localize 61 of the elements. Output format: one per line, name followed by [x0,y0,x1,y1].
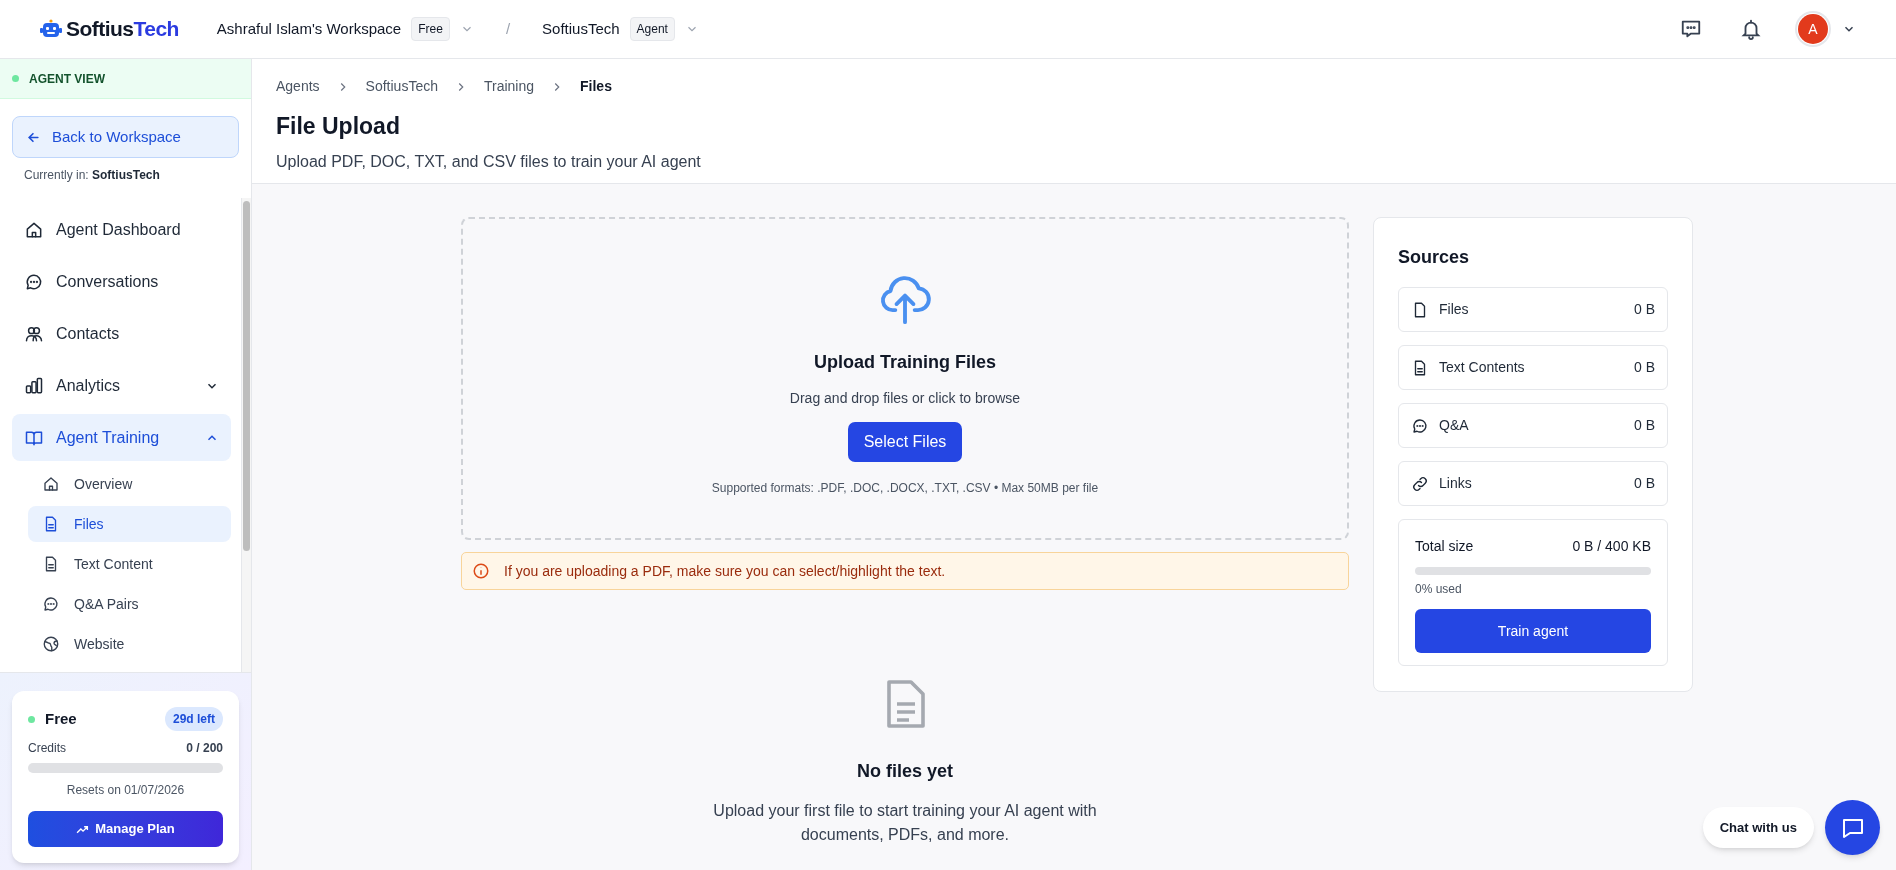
breadcrumb-link[interactable]: Agents [276,76,320,97]
reset-date-text: Resets on 01/07/2026 [65,782,186,799]
source-row[interactable]: Links 0 B [1398,461,1668,506]
notification-bell-icon[interactable] [1740,18,1762,40]
nav-item[interactable]: Conversations [12,258,231,305]
breadcrumb-link[interactable]: Training [483,76,535,97]
link-icon [1411,474,1429,493]
nav-item[interactable]: Contacts [12,310,231,357]
nav-subitem[interactable]: Files [28,506,231,542]
plan-name: Free [45,708,77,729]
upload-title: Upload Training Files [814,351,996,374]
home-icon [42,475,60,493]
brand-logo: SoftiusTech [66,16,179,43]
upload-dropzone[interactable]: Upload Training Files Drag and drop files or click to browse Select Files Supported formats: .PDF, .DOC, .DOCX, .TXT, .CSV • Max 50MB per file [461,217,1349,540]
credits-label: Credits [28,740,66,757]
manage-plan-button[interactable]: Manage Plan [28,811,223,847]
source-row[interactable]: Text Contents 0 B [1398,345,1668,390]
sources-title: Sources [1398,246,1471,269]
breadcrumb-separator: / [505,18,511,39]
days-left-badge: 29d left [165,707,223,731]
workspace-name[interactable]: Ashraful Islam's Workspace [216,17,402,41]
nav-subitem[interactable]: Text Content [28,546,231,582]
arrow-left-icon [27,130,40,144]
usage-percent-text: 0% used [1415,581,1463,598]
page-title: File Upload [276,112,401,141]
nav-item[interactable]: Agent Dashboard [12,206,231,253]
user-avatar[interactable]: A [1798,14,1828,44]
agent-view-label: AGENT VIEW [29,70,105,88]
chat-bubble-icon [42,595,60,613]
total-size-value: 0 B / 400 KB [1572,537,1651,556]
info-icon [472,562,490,580]
plan-badge: Free [411,17,450,41]
bar-chart-icon [24,375,44,396]
total-size-label: Total size [1415,537,1474,556]
source-row[interactable]: Q&A 0 B [1398,403,1668,448]
nav-subitem[interactable]: Website [28,626,231,662]
breadcrumb-link[interactable]: SoftiusTech [365,76,438,97]
chat-icon[interactable] [1680,18,1702,40]
empty-state-text: Upload your first file to start training your AI agent with documents, PDFs, and more. [712,801,1098,845]
globe-icon [42,635,60,653]
empty-state-title: No files yet [857,760,953,783]
select-files-button[interactable]: Select Files [847,422,963,462]
back-to-workspace-button[interactable]: Back to Workspace [12,116,239,158]
nav-item[interactable]: Analytics [12,362,231,409]
chat-bubble-icon [1411,416,1429,435]
robot-logo-icon [40,19,62,39]
train-agent-button[interactable]: Train agent [1415,609,1651,653]
nav-subitem[interactable]: Overview [28,466,231,502]
agent-name[interactable]: SoftiusTech [542,17,620,41]
agent-badge: Agent [629,17,675,41]
page-subtitle: Upload PDF, DOC, TXT, and CSV files to train your AI agent [276,151,702,172]
credits-value: 0 / 200 [186,740,223,757]
source-row[interactable]: Files 0 B [1398,287,1668,332]
current-agent-text: Currently in: SoftiusTech [24,167,161,184]
nav-subitem[interactable]: Q&A Pairs [28,586,231,622]
scrollbar-thumb[interactable] [243,201,250,551]
nav-item[interactable]: Agent Training [12,414,231,461]
breadcrumb-current: Files [580,77,612,96]
upload-hint: Drag and drop files or click to browse [789,389,1021,408]
supported-formats-text: Supported formats: .PDF, .DOC, .DOCX, .TXT, .CSV • Max 50MB per file [711,480,1099,497]
notice-text: If you are uploading a PDF, make sure you can select/highlight the text. [504,561,946,581]
